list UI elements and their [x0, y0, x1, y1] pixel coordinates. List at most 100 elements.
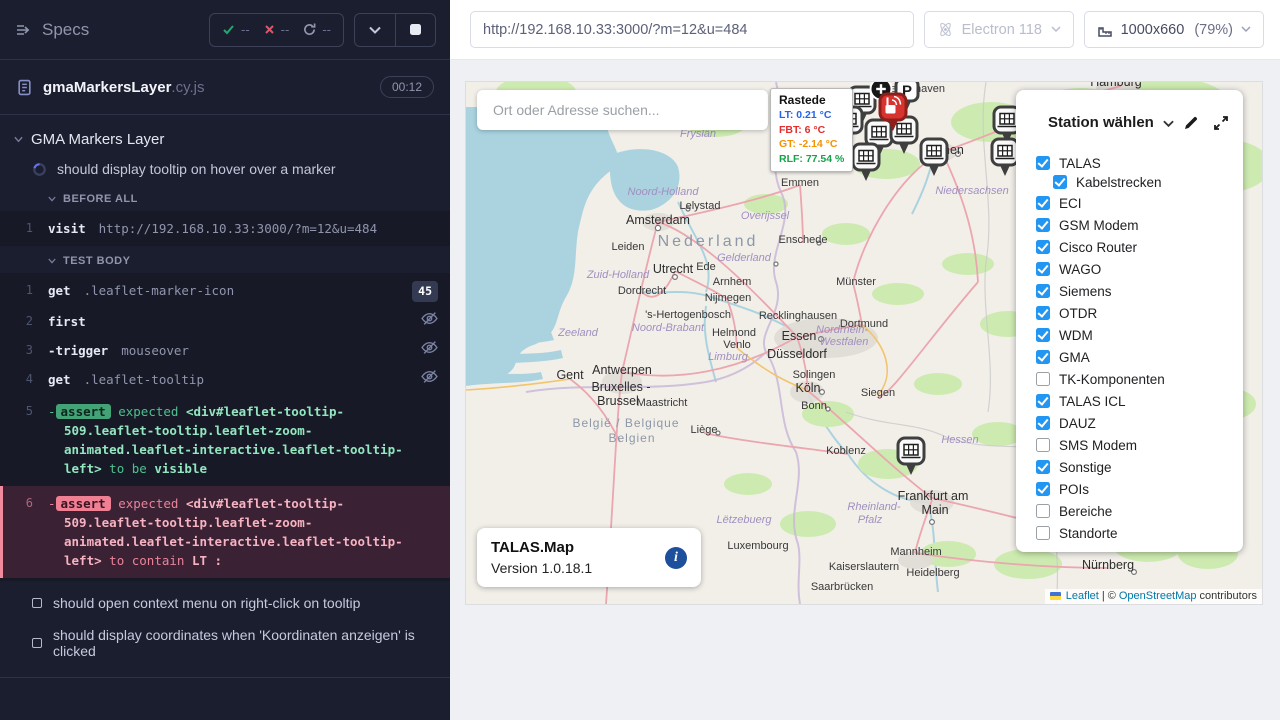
station-filter-item[interactable]: POIs: [1036, 482, 1229, 496]
pending-tests: should open context menu on right-click …: [0, 581, 450, 678]
command-message: mouseover: [121, 343, 189, 358]
checkbox[interactable]: [1036, 284, 1050, 298]
map-place-label: Bonn: [801, 400, 827, 412]
app-version: Version 1.0.18.1: [491, 560, 592, 576]
command-row[interactable]: 1 visithttp://192.168.10.33:3000/?m=12&u…: [0, 214, 450, 243]
station-filter-item[interactable]: Siemens: [1036, 284, 1229, 298]
url-bar[interactable]: [470, 11, 914, 48]
viewport-selector[interactable]: 1000x660 (79%): [1084, 11, 1264, 48]
leaflet-link[interactable]: Leaflet: [1066, 590, 1099, 602]
map-place-label: Enschede: [779, 234, 828, 246]
expand-icon[interactable]: [1213, 115, 1229, 131]
checkbox[interactable]: [1036, 350, 1050, 364]
checkbox[interactable]: [1036, 438, 1050, 452]
command-row[interactable]: 4 get.leaflet-tooltip: [0, 365, 450, 394]
station-filter-item[interactable]: ECI: [1036, 196, 1229, 210]
map-place-label: Mannheim: [890, 546, 941, 558]
checkbox[interactable]: [1036, 416, 1050, 430]
map-place-label: Koblenz: [826, 445, 866, 457]
stop-button[interactable]: [395, 14, 435, 46]
station-filter-item[interactable]: OTDR: [1036, 306, 1229, 320]
checkbox[interactable]: [1036, 196, 1050, 210]
openstreetmap-link[interactable]: OpenStreetMap: [1119, 590, 1197, 602]
station-filter-item[interactable]: WAGO: [1036, 262, 1229, 276]
checkbox[interactable]: [1036, 306, 1050, 320]
pending-test-row[interactable]: should display coordinates when 'Koordin…: [0, 619, 450, 667]
assert-failed-row[interactable]: 6 -assert expected <div#leaflet-tooltip-…: [0, 486, 450, 578]
spec-file-icon: [16, 79, 33, 96]
checkbox[interactable]: [1036, 328, 1050, 342]
assert-failed-message: -assert expected <div#leaflet-tooltip-50…: [48, 494, 408, 570]
checkbox[interactable]: [1036, 526, 1050, 540]
station-filter-item[interactable]: Cisco Router: [1036, 240, 1229, 254]
station-filter-item[interactable]: DAUZ: [1036, 416, 1229, 430]
station-panel-title[interactable]: Station wählen: [1048, 114, 1154, 131]
browser-selector[interactable]: Electron 118: [924, 11, 1074, 48]
checkbox[interactable]: [1036, 372, 1050, 386]
assert-passed-row[interactable]: 5 -assert expected <div#leaflet-tooltip-…: [0, 394, 450, 486]
map-place-label: Gelderland: [717, 252, 772, 264]
station-filter-item[interactable]: Bereiche: [1036, 504, 1229, 518]
command-method: -trigger: [48, 343, 108, 358]
checkbox-label: Standorte: [1059, 526, 1118, 541]
checkbox[interactable]: [1036, 262, 1050, 276]
edit-pencil-icon[interactable]: [1183, 115, 1199, 131]
command-method: visit: [48, 221, 86, 236]
checkbox[interactable]: [1036, 218, 1050, 232]
map-search-input[interactable]: [491, 101, 754, 119]
station-filter-item[interactable]: WDM: [1036, 328, 1229, 342]
station-filter-item[interactable]: SMS Modem: [1036, 438, 1229, 452]
collapse-all-button[interactable]: [355, 14, 395, 46]
checkbox-label: Sonstige: [1059, 460, 1112, 475]
station-filter-item[interactable]: TALAS: [1036, 156, 1229, 170]
map-place-label: Niedersachsen: [935, 185, 1008, 197]
map-place-label: Westfalen: [820, 336, 869, 348]
checkbox[interactable]: [1036, 240, 1050, 254]
reporter-header: Specs -- -- --: [0, 0, 450, 60]
suite-title: GMA Markers Layer: [31, 131, 164, 148]
command-row[interactable]: 1 get.leaflet-marker-icon 45: [0, 276, 450, 307]
invisible-element-icon: [413, 341, 438, 354]
station-filter-item[interactable]: TK-Komponenten: [1036, 372, 1229, 386]
before-all-section[interactable]: BEFORE ALL: [0, 184, 450, 211]
checkbox-label: POIs: [1059, 482, 1089, 497]
sidebar-toggle-icon[interactable]: [14, 21, 32, 39]
checkbox[interactable]: [1036, 460, 1050, 474]
assert-passed-message: -assert expected <div#leaflet-tooltip-50…: [48, 402, 408, 478]
station-filter-item[interactable]: GSM Modem: [1036, 218, 1229, 232]
command-row[interactable]: 2 first: [0, 307, 450, 336]
checkbox[interactable]: [1036, 394, 1050, 408]
command-row[interactable]: 3 -triggermouseover: [0, 336, 450, 365]
station-filter-item[interactable]: Standorte: [1036, 526, 1229, 540]
spec-file-row[interactable]: gmaMarkersLayer.cy.js 00:12: [0, 60, 450, 115]
command-method: first: [48, 314, 86, 329]
chevron-down-icon[interactable]: [1163, 120, 1174, 128]
checkbox[interactable]: [1036, 504, 1050, 518]
viewport-size: 1000x660: [1121, 22, 1185, 38]
viewport-zoom: (79%): [1194, 22, 1233, 38]
marker-tooltip[interactable]: Rastede LT: 0.21 °CFBT: 6 °CGT: -2.14 °C…: [770, 88, 853, 172]
suite-header[interactable]: GMA Markers Layer: [0, 125, 450, 154]
tooltip-measurement: FBT: 6 °C: [779, 123, 844, 138]
station-filter-item[interactable]: GMA: [1036, 350, 1229, 364]
pending-test-row[interactable]: should open context menu on right-click …: [0, 587, 450, 619]
map-search-box: [477, 90, 768, 130]
checkbox-label: Bereiche: [1059, 504, 1112, 519]
specs-title[interactable]: Specs: [42, 20, 89, 40]
cypress-reporter: Specs -- -- -- gmaMarkersLayer.cy.js 00:…: [0, 0, 450, 720]
checkbox[interactable]: [1053, 175, 1067, 189]
info-icon[interactable]: i: [665, 547, 687, 569]
checkbox[interactable]: [1036, 156, 1050, 170]
station-filter-item[interactable]: TALAS ICL: [1036, 394, 1229, 408]
map-place-label: Noord-Brabant: [632, 322, 705, 334]
version-box: TALAS.Map Version 1.0.18.1 i: [477, 528, 701, 587]
map-place-label: Bruxelles -: [591, 380, 650, 394]
test-body-section[interactable]: TEST BODY: [0, 246, 450, 273]
active-test-row[interactable]: should display tooltip on hover over a m…: [0, 154, 450, 184]
map-place-label: Nürnberg: [1082, 558, 1134, 572]
station-filter-item[interactable]: Kabelstrecken: [1053, 175, 1229, 189]
station-filter-item[interactable]: Sonstige: [1036, 460, 1229, 474]
x-icon: [264, 24, 275, 35]
checkbox[interactable]: [1036, 482, 1050, 496]
map-place-label: Limburg: [708, 351, 749, 363]
